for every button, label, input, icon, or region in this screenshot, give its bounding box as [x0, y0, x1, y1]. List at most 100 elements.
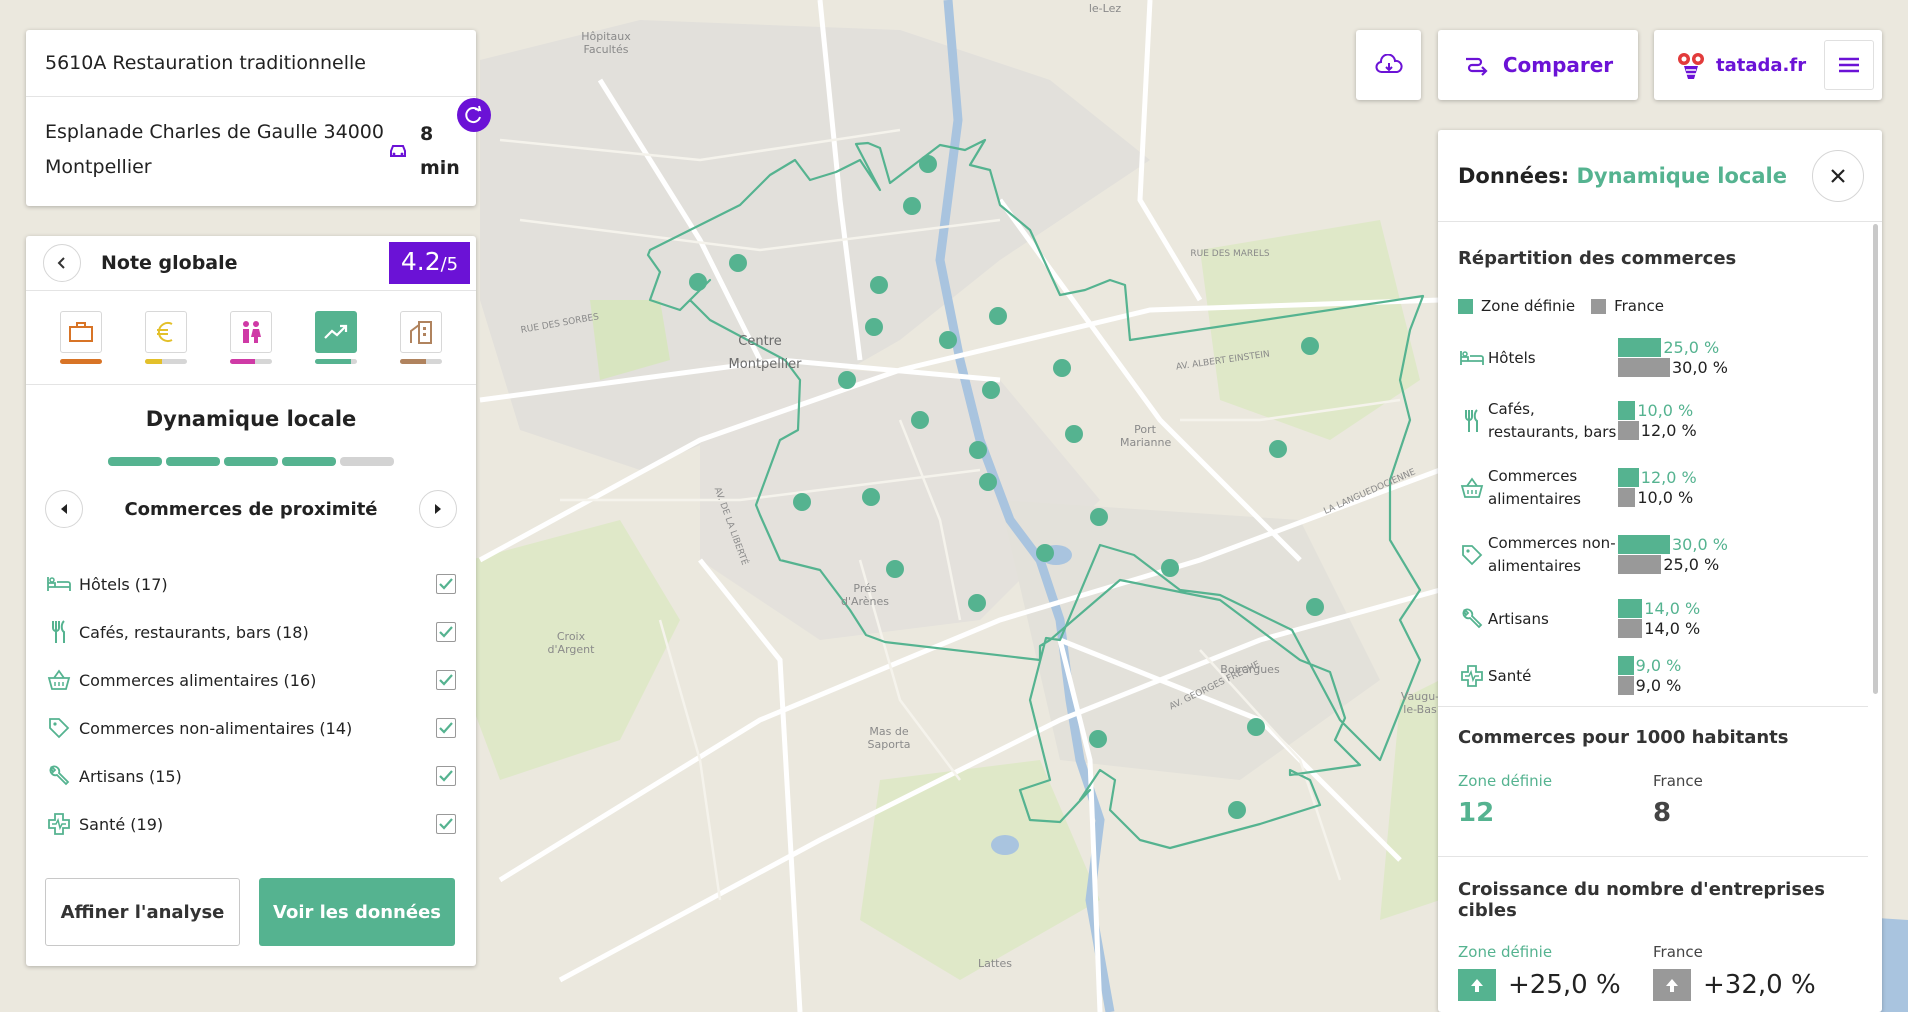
legend-zone-swatch	[1458, 298, 1473, 314]
data-panel-header: Données: Dynamique locale	[1438, 130, 1882, 222]
brand-bar: tatada.fr	[1654, 30, 1882, 100]
map-label-hopitaux: Hôpitaux Facultés	[581, 30, 631, 56]
cat-icon-box	[400, 311, 443, 353]
repartition-row: Artisans 14,0 % 14,0 %	[1458, 589, 1848, 649]
data-panel: Données: Dynamique locale Répartition de…	[1438, 130, 1882, 1012]
scrollbar[interactable]	[1873, 224, 1878, 694]
tab-dynamics[interactable]	[314, 311, 359, 364]
cat-level-bar	[400, 359, 443, 364]
cat-level-fill	[59, 359, 102, 364]
next-subcategory-button[interactable]	[418, 490, 457, 528]
growth-france-row: +32,0 %	[1653, 969, 1848, 1001]
search-card: 5610A Restauration traditionnelle Esplan…	[26, 30, 476, 206]
legend-zone-label: Zone définie	[1481, 297, 1576, 315]
compare-button[interactable]: Comparer	[1438, 30, 1638, 100]
subcategory-checkbox[interactable]	[436, 814, 456, 834]
map-label-le-lez: le-Lez	[1088, 2, 1122, 15]
repartition-label: Hôtels	[1488, 348, 1536, 367]
subcategory-item[interactable]: Artisans (15)	[45, 752, 456, 800]
tab-money[interactable]	[143, 311, 188, 364]
back-button[interactable]	[43, 244, 81, 282]
subcategory-checkbox[interactable]	[436, 766, 456, 786]
map-label-lattes: Lattes	[978, 957, 1012, 970]
france-bar	[1618, 488, 1636, 507]
tab-real-estate[interactable]	[399, 311, 444, 364]
legend: Zone définie France	[1458, 297, 1848, 315]
france-value: 30,0 %	[1672, 358, 1728, 377]
repartition-row: Santé 9,0 % 9,0 %	[1458, 649, 1848, 703]
zone-bar	[1618, 338, 1662, 357]
basket-icon	[45, 666, 73, 694]
menu-button[interactable]	[1824, 40, 1874, 90]
cat-level-bar	[315, 359, 358, 364]
subcategory-label: Cafés, restaurants, bars (18)	[79, 622, 309, 642]
growth-section: Croissance du nombre d'entreprises cible…	[1438, 857, 1868, 1012]
travel-time[interactable]: 8 min	[388, 117, 460, 185]
refresh-button[interactable]	[457, 98, 491, 132]
address-field[interactable]: Esplanade Charles de Gaulle 34000 Montpe…	[26, 97, 476, 206]
repartition-row: Commerces alimentaires 12,0 % 10,0 %	[1458, 455, 1848, 521]
subcategory-item[interactable]: Cafés, restaurants, bars (18)	[45, 608, 456, 656]
tab-business[interactable]	[58, 311, 103, 364]
per1000-compare: Zone définie 12 France 8	[1458, 772, 1848, 828]
cat-icon-box	[315, 311, 358, 353]
euro-icon	[156, 322, 173, 342]
caret-left-icon	[61, 504, 67, 514]
cat-icon-box	[59, 311, 102, 353]
subcategory-checkbox[interactable]	[436, 670, 456, 690]
subcategory-label: Commerces non-alimentaires (14)	[79, 718, 353, 738]
data-panel-title: Données: Dynamique locale	[1458, 164, 1787, 188]
activity-field[interactable]: 5610A Restauration traditionnelle	[26, 30, 476, 97]
refine-analysis-button[interactable]: Affiner l'analyse	[45, 878, 240, 946]
subcategory-item[interactable]: Commerces non-alimentaires (14)	[45, 704, 456, 752]
prev-subcategory-button[interactable]	[45, 490, 83, 528]
check-icon	[439, 674, 453, 686]
repartition-bars: 10,0 % 12,0 %	[1618, 401, 1848, 441]
map-label-croix-argent: Croix d'Argent	[547, 630, 595, 656]
wrench-icon	[1458, 608, 1486, 630]
subcategory-label: Commerces alimentaires (16)	[79, 670, 317, 690]
subcategory-item[interactable]: Santé (19)	[45, 800, 456, 848]
subcategory-checkbox[interactable]	[436, 574, 456, 594]
repartition-label: Commerces non-alimentaires	[1488, 534, 1616, 575]
subcategory-label: Santé (19)	[79, 814, 164, 834]
growth-zone-row: +25,0 %	[1458, 969, 1653, 1001]
compare-label: Comparer	[1502, 53, 1614, 77]
close-button[interactable]	[1812, 150, 1864, 202]
view-data-button[interactable]: Voir les données	[259, 878, 455, 946]
health-icon	[45, 810, 73, 838]
data-panel-title-prefix: Données:	[1458, 163, 1577, 188]
brand-name[interactable]: tatada.fr	[1716, 55, 1806, 76]
download-button[interactable]	[1356, 30, 1421, 100]
action-buttons: Affiner l'analyse Voir les données	[45, 878, 455, 946]
people-icon	[242, 321, 261, 343]
check-icon	[439, 578, 453, 590]
subcategory-item[interactable]: Hôtels (17)	[45, 560, 456, 608]
refresh-icon	[465, 105, 482, 124]
map-label-vauguieres: Vaugu- le-Bas	[1400, 690, 1440, 716]
france-value: 25,0 %	[1663, 555, 1720, 574]
subcategory-checkbox[interactable]	[436, 622, 456, 642]
per1000-section: Commerces pour 1000 habitants Zone défin…	[1438, 707, 1868, 857]
check-icon	[439, 818, 453, 830]
score-value: 4.2	[400, 247, 441, 276]
tab-population[interactable]	[228, 311, 273, 364]
cat-level-fill	[144, 359, 162, 364]
france-bar	[1618, 676, 1634, 695]
zone-value: 9,0 %	[1635, 656, 1682, 675]
repartition-row: Commerces non-alimentaires 30,0 % 25,0 %	[1458, 521, 1848, 589]
growth-france-value: +32,0 %	[1703, 970, 1816, 1000]
france-value: 10,0 %	[1637, 488, 1694, 507]
map-label-port-marianne: Port Marianne	[1120, 423, 1172, 449]
france-bar	[1618, 421, 1639, 440]
subcategory-checkbox[interactable]	[436, 718, 456, 738]
repartition-label: Commerces alimentaires	[1488, 467, 1581, 508]
section-title: Dynamique locale	[145, 407, 357, 431]
legend-france-swatch	[1591, 298, 1607, 314]
map-label-montpellier: Montpellier	[728, 357, 802, 372]
wrench-icon	[45, 762, 73, 790]
briefcase-icon	[68, 322, 93, 342]
repartition-row: Hôtels 25,0 % 30,0 %	[1458, 329, 1848, 387]
per1000-zone: Zone définie 12	[1458, 772, 1653, 828]
subcategory-item[interactable]: Commerces alimentaires (16)	[45, 656, 456, 704]
